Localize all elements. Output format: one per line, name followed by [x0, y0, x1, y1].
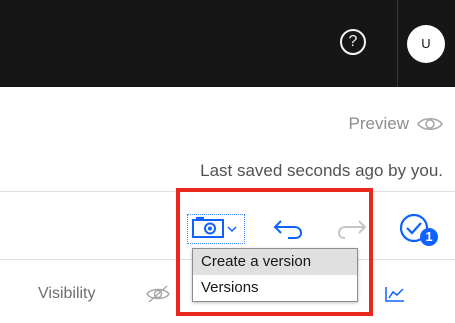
undo-icon[interactable]: [272, 216, 304, 245]
preview-button[interactable]: Preview: [349, 114, 443, 134]
camera-icon: [192, 216, 224, 243]
menu-item-create-version[interactable]: Create a version: [193, 249, 357, 275]
chevron-down-icon: [227, 220, 237, 238]
visibility-label: Visibility: [38, 285, 96, 302]
eye-off-icon[interactable]: [146, 285, 170, 308]
version-snapshot-button[interactable]: [187, 214, 245, 244]
divider: [0, 191, 455, 192]
menu-item-versions[interactable]: Versions: [193, 275, 357, 301]
validation-check-icon[interactable]: 1: [398, 212, 442, 253]
chart-line-icon[interactable]: [384, 285, 406, 308]
last-saved-status: Last saved seconds ago by you.: [200, 161, 443, 180]
preview-label: Preview: [348, 114, 409, 133]
redo-icon[interactable]: [336, 216, 368, 245]
top-navigation-bar: ? U: [0, 0, 455, 87]
notification-badge: 1: [425, 229, 433, 244]
user-avatar[interactable]: U: [407, 25, 445, 63]
version-dropdown-menu: Create a version Versions: [192, 248, 358, 302]
topbar-divider: [397, 0, 398, 87]
eye-icon: [417, 116, 443, 132]
help-icon[interactable]: ?: [340, 29, 366, 55]
